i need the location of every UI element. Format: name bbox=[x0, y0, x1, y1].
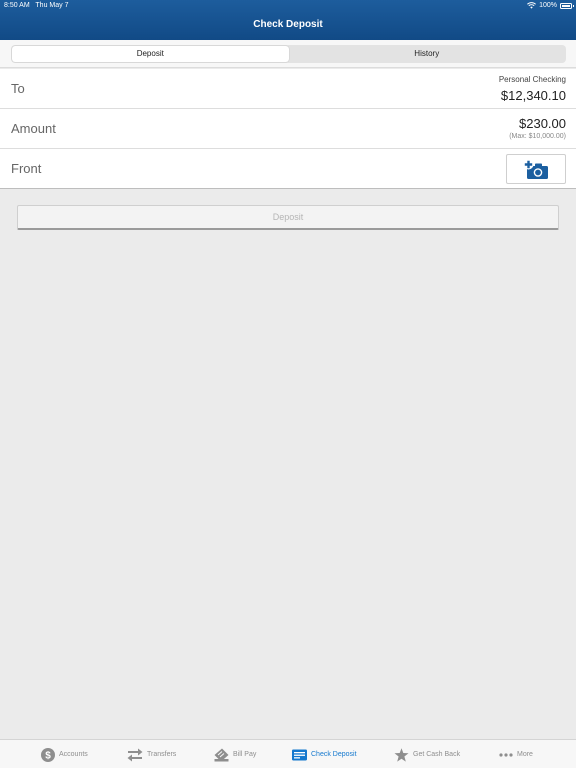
status-time: 8:50 AM Thu May 7 bbox=[4, 2, 68, 9]
tab-get-cash-back[interactable]: Get Cash Back bbox=[394, 740, 460, 768]
front-label: Front bbox=[11, 161, 42, 176]
star-icon bbox=[394, 747, 409, 762]
wifi-icon bbox=[527, 2, 537, 9]
to-label: To bbox=[11, 81, 25, 96]
page-title: Check Deposit bbox=[253, 19, 323, 30]
tab-label-bill-pay: Bill Pay bbox=[233, 751, 257, 758]
front-image-row: Front bbox=[0, 149, 576, 189]
header-bar: 8:50 AM Thu May 7 100% Check Deposit bbox=[0, 0, 576, 40]
tab-more[interactable]: More bbox=[499, 740, 533, 768]
amount-value[interactable]: $230.00 bbox=[519, 116, 566, 131]
add-camera-icon bbox=[523, 159, 548, 179]
bill-pay-icon bbox=[214, 748, 229, 761]
check-deposit-icon bbox=[292, 749, 307, 760]
dollar-circle-icon: $ bbox=[41, 747, 55, 762]
segment-history[interactable]: History bbox=[289, 46, 566, 62]
amount-label: Amount bbox=[11, 121, 56, 136]
account-name: Personal Checking bbox=[498, 75, 566, 84]
segment-deposit[interactable]: Deposit bbox=[12, 46, 289, 62]
segmented-control: Deposit History bbox=[11, 45, 566, 63]
tab-transfers[interactable]: Transfers bbox=[127, 740, 176, 768]
status-bar: 8:50 AM Thu May 7 100% bbox=[0, 0, 576, 12]
battery-percent: 100% bbox=[539, 2, 557, 9]
amount-max: (Max: $10,000.00) bbox=[509, 133, 566, 140]
segment-area: Deposit History bbox=[0, 40, 576, 68]
tab-label-get-cash-back: Get Cash Back bbox=[413, 751, 461, 758]
status-date: Thu May 7 bbox=[35, 2, 69, 9]
tab-accounts[interactable]: $ Accounts bbox=[41, 740, 88, 768]
deposit-button[interactable]: Deposit bbox=[17, 205, 559, 230]
amount-row[interactable]: Amount $230.00 (Max: $10,000.00) bbox=[0, 109, 576, 149]
battery-icon bbox=[560, 2, 574, 9]
tab-label-more: More bbox=[517, 751, 533, 758]
account-balance: $12,340.10 bbox=[500, 88, 566, 103]
status-clock: 8:50 AM bbox=[4, 2, 30, 9]
transfer-arrows-icon bbox=[127, 748, 143, 761]
tab-bill-pay[interactable]: Bill Pay bbox=[214, 740, 256, 768]
status-right: 100% bbox=[527, 2, 574, 9]
tab-bar: $ Accounts Transfers Bill Pay Check Depo… bbox=[0, 739, 576, 768]
tab-label-accounts: Accounts bbox=[59, 751, 88, 758]
tab-label-transfers: Transfers bbox=[147, 751, 177, 758]
tab-label-check-deposit: Check Deposit bbox=[311, 751, 357, 758]
svg-text:$: $ bbox=[45, 750, 51, 761]
more-dots-icon bbox=[499, 752, 513, 757]
capture-front-button[interactable] bbox=[506, 154, 566, 184]
to-account-row[interactable]: To Personal Checking $12,340.10 bbox=[0, 69, 576, 109]
tab-check-deposit[interactable]: Check Deposit bbox=[292, 740, 357, 768]
